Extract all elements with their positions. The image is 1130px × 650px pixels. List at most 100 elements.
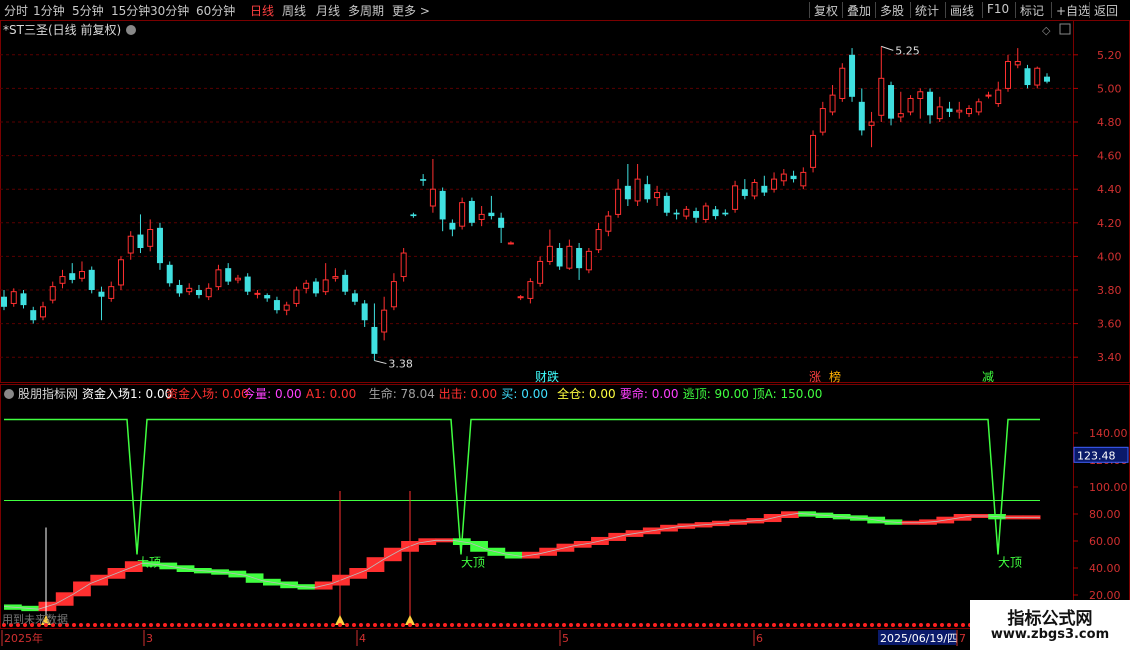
signal-dot bbox=[716, 623, 720, 627]
candle-body bbox=[39, 306, 46, 318]
indicator-axis-label: 100.00 bbox=[1089, 481, 1128, 494]
low-price-label: 3.38 bbox=[388, 358, 413, 371]
candle-body bbox=[273, 300, 280, 311]
candle-body bbox=[59, 276, 66, 284]
candle-body bbox=[234, 277, 241, 281]
signal-dot bbox=[737, 623, 741, 627]
signal-dot bbox=[345, 623, 349, 627]
signal-dot bbox=[898, 623, 902, 627]
signal-dot bbox=[219, 623, 223, 627]
candle-body bbox=[429, 188, 436, 207]
candle-body bbox=[722, 212, 729, 215]
indicator-value: 要命: 0.00 bbox=[620, 386, 679, 401]
candle-body bbox=[322, 279, 329, 293]
candle-body bbox=[371, 326, 378, 354]
signal-dot bbox=[639, 623, 643, 627]
signal-dot bbox=[807, 623, 811, 627]
candle-body bbox=[810, 134, 817, 168]
signal-dot bbox=[947, 623, 951, 627]
candle-body bbox=[985, 94, 992, 97]
candle-body bbox=[488, 212, 495, 217]
signal-dot bbox=[401, 623, 405, 627]
candle-body bbox=[683, 208, 690, 217]
candle-body bbox=[351, 293, 358, 302]
signal-dot bbox=[534, 623, 538, 627]
candle-body bbox=[390, 281, 397, 308]
signal-dot bbox=[842, 623, 846, 627]
price-axis-label: 3.60 bbox=[1097, 318, 1122, 331]
site-watermark: 指标公式网 www.zbgs3.com bbox=[970, 600, 1130, 650]
candle-body bbox=[303, 282, 310, 289]
signal-dot bbox=[100, 623, 104, 627]
signal-dot bbox=[856, 623, 860, 627]
signal-dot bbox=[674, 623, 678, 627]
high-price-label: 5.25 bbox=[895, 44, 920, 57]
candle-body bbox=[459, 202, 466, 227]
signal-dot bbox=[121, 623, 125, 627]
signal-dot bbox=[632, 623, 636, 627]
indicator-axis-label: 140.00 bbox=[1089, 427, 1128, 440]
date-label: 3 bbox=[146, 632, 153, 645]
candle-body bbox=[732, 185, 739, 210]
signal-dot bbox=[408, 623, 412, 627]
price-axis-label: 3.40 bbox=[1097, 351, 1122, 364]
indicator-axis-label: 40.00 bbox=[1089, 562, 1121, 575]
signal-dot bbox=[471, 623, 475, 627]
candle-body bbox=[10, 291, 17, 304]
signal-dot bbox=[730, 623, 734, 627]
candle-body bbox=[868, 121, 875, 126]
signal-dot bbox=[933, 623, 937, 627]
candle-body bbox=[858, 101, 865, 131]
signal-dot bbox=[821, 623, 825, 627]
indicator-menu-icon bbox=[4, 389, 14, 399]
candle-body bbox=[1044, 76, 1050, 82]
signal-dot bbox=[177, 623, 181, 627]
signal-dot bbox=[310, 623, 314, 627]
candle-body bbox=[624, 185, 631, 200]
signal-dot bbox=[828, 623, 832, 627]
signal-dot bbox=[793, 623, 797, 627]
candle-body bbox=[517, 296, 524, 299]
indicator-value: 买: 0.00 bbox=[501, 387, 548, 401]
candle-body bbox=[712, 209, 719, 217]
signal-dot bbox=[688, 623, 692, 627]
candle-body bbox=[780, 173, 787, 182]
signal-dot bbox=[940, 623, 944, 627]
date-label: 7 bbox=[959, 632, 966, 645]
signal-dot bbox=[863, 623, 867, 627]
event-marker: 涨 bbox=[809, 369, 821, 384]
signal-dot bbox=[478, 623, 482, 627]
price-axis-label: 4.20 bbox=[1097, 217, 1122, 230]
signal-dot bbox=[191, 623, 195, 627]
signal-dot bbox=[835, 623, 839, 627]
price-axis-label: 4.40 bbox=[1097, 183, 1122, 196]
indicator-value: 生命: 78.04 bbox=[369, 386, 435, 401]
signal-dot bbox=[128, 623, 132, 627]
diamond-icon: ◇ bbox=[1042, 24, 1051, 37]
signal-dot bbox=[786, 623, 790, 627]
signal-dot bbox=[261, 623, 265, 627]
signal-dot bbox=[254, 623, 258, 627]
indicator-value: 逃顶: 90.00 bbox=[683, 387, 749, 401]
candle-body bbox=[693, 211, 700, 218]
signal-dot bbox=[212, 623, 216, 627]
pane-toggle-icon bbox=[1059, 23, 1071, 35]
price-axis-label: 4.00 bbox=[1097, 250, 1122, 263]
signal-dot bbox=[156, 623, 160, 627]
candle-body bbox=[936, 106, 943, 120]
candle-body bbox=[741, 189, 748, 196]
candle-body bbox=[215, 269, 222, 288]
signal-dot bbox=[289, 623, 293, 627]
signal-dot bbox=[415, 623, 419, 627]
signal-dot bbox=[380, 623, 384, 627]
indicator-name: 股朋指标网 bbox=[18, 386, 78, 401]
date-label: 6 bbox=[756, 632, 763, 645]
candle-body bbox=[751, 181, 758, 197]
signal-dot bbox=[142, 623, 146, 627]
signal-dot bbox=[184, 623, 188, 627]
signal-dot bbox=[450, 623, 454, 627]
signal-dot bbox=[758, 623, 762, 627]
indicator-value: 顶A: 150.00 bbox=[753, 387, 823, 401]
signal-dot bbox=[709, 623, 713, 627]
candle-body bbox=[293, 289, 300, 304]
